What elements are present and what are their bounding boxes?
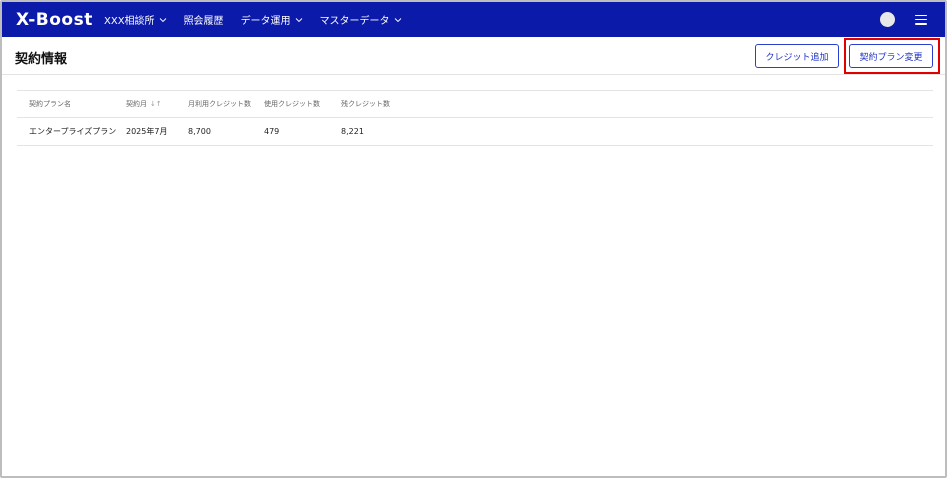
- cell-monthly-credits: 8,700: [188, 127, 211, 136]
- chevron-down-icon: [394, 16, 402, 24]
- cell-used-credits: 479: [264, 127, 280, 136]
- nav-item-history[interactable]: 照会履歴: [184, 12, 224, 27]
- chevron-down-icon: [159, 16, 167, 24]
- column-header-contract-month[interactable]: 契約月 ↓↑: [126, 91, 162, 117]
- add-credit-button[interactable]: クレジット追加: [755, 44, 839, 68]
- top-navbar: X-Boost XXX相談所 照会履歴 データ運用 マスターデータ: [2, 2, 945, 37]
- column-header-label: 契約月: [126, 100, 147, 108]
- change-plan-button[interactable]: 契約プラン変更: [849, 44, 933, 68]
- nav-item-label: データ運用: [240, 16, 291, 27]
- cell-contract-month: 2025年7月: [126, 127, 168, 136]
- nav-item-label: 照会履歴: [183, 16, 224, 27]
- cell-remaining-credits: 8,221: [341, 127, 364, 136]
- table-row[interactable]: エンタープライズプラン 2025年7月 8,700 479 8,221: [17, 118, 933, 146]
- page-title: 契約情報: [15, 52, 68, 67]
- contract-table: 契約プラン名 契約月 ↓↑ 月利用クレジット数 使用クレジット数 残クレジット数…: [17, 90, 933, 146]
- app-logo[interactable]: X-Boost: [16, 10, 92, 30]
- column-header-remaining-credits: 残クレジット数: [341, 100, 390, 108]
- column-header-plan-name: 契約プラン名: [29, 100, 71, 108]
- column-header-used-credits: 使用クレジット数: [264, 100, 320, 108]
- nav-item-master-data[interactable]: マスターデータ: [320, 12, 402, 27]
- sort-icon[interactable]: ↓↑: [150, 100, 162, 108]
- nav-right-group: [880, 2, 927, 37]
- cell-plan-name: エンタープライズプラン: [29, 127, 117, 136]
- page-header: 契約情報 クレジット追加 契約プラン変更: [2, 37, 945, 75]
- hamburger-menu-icon[interactable]: [915, 14, 927, 25]
- table-header: 契約プラン名 契約月 ↓↑ 月利用クレジット数 使用クレジット数 残クレジット数: [17, 90, 933, 118]
- chevron-down-icon: [295, 16, 303, 24]
- avatar[interactable]: [880, 12, 895, 27]
- nav-menu: XXX相談所 照会履歴 データ運用 マスターデータ: [104, 12, 419, 27]
- nav-item-label: XXX相談所: [104, 16, 155, 27]
- column-header-monthly-credits: 月利用クレジット数: [188, 100, 251, 108]
- nav-item-data-ops[interactable]: データ運用: [241, 12, 303, 27]
- app-window: X-Boost XXX相談所 照会履歴 データ運用 マスターデータ 契約情報 ク…: [0, 0, 947, 478]
- nav-item-consultation[interactable]: XXX相談所: [104, 12, 167, 27]
- nav-item-label: マスターデータ: [319, 16, 390, 27]
